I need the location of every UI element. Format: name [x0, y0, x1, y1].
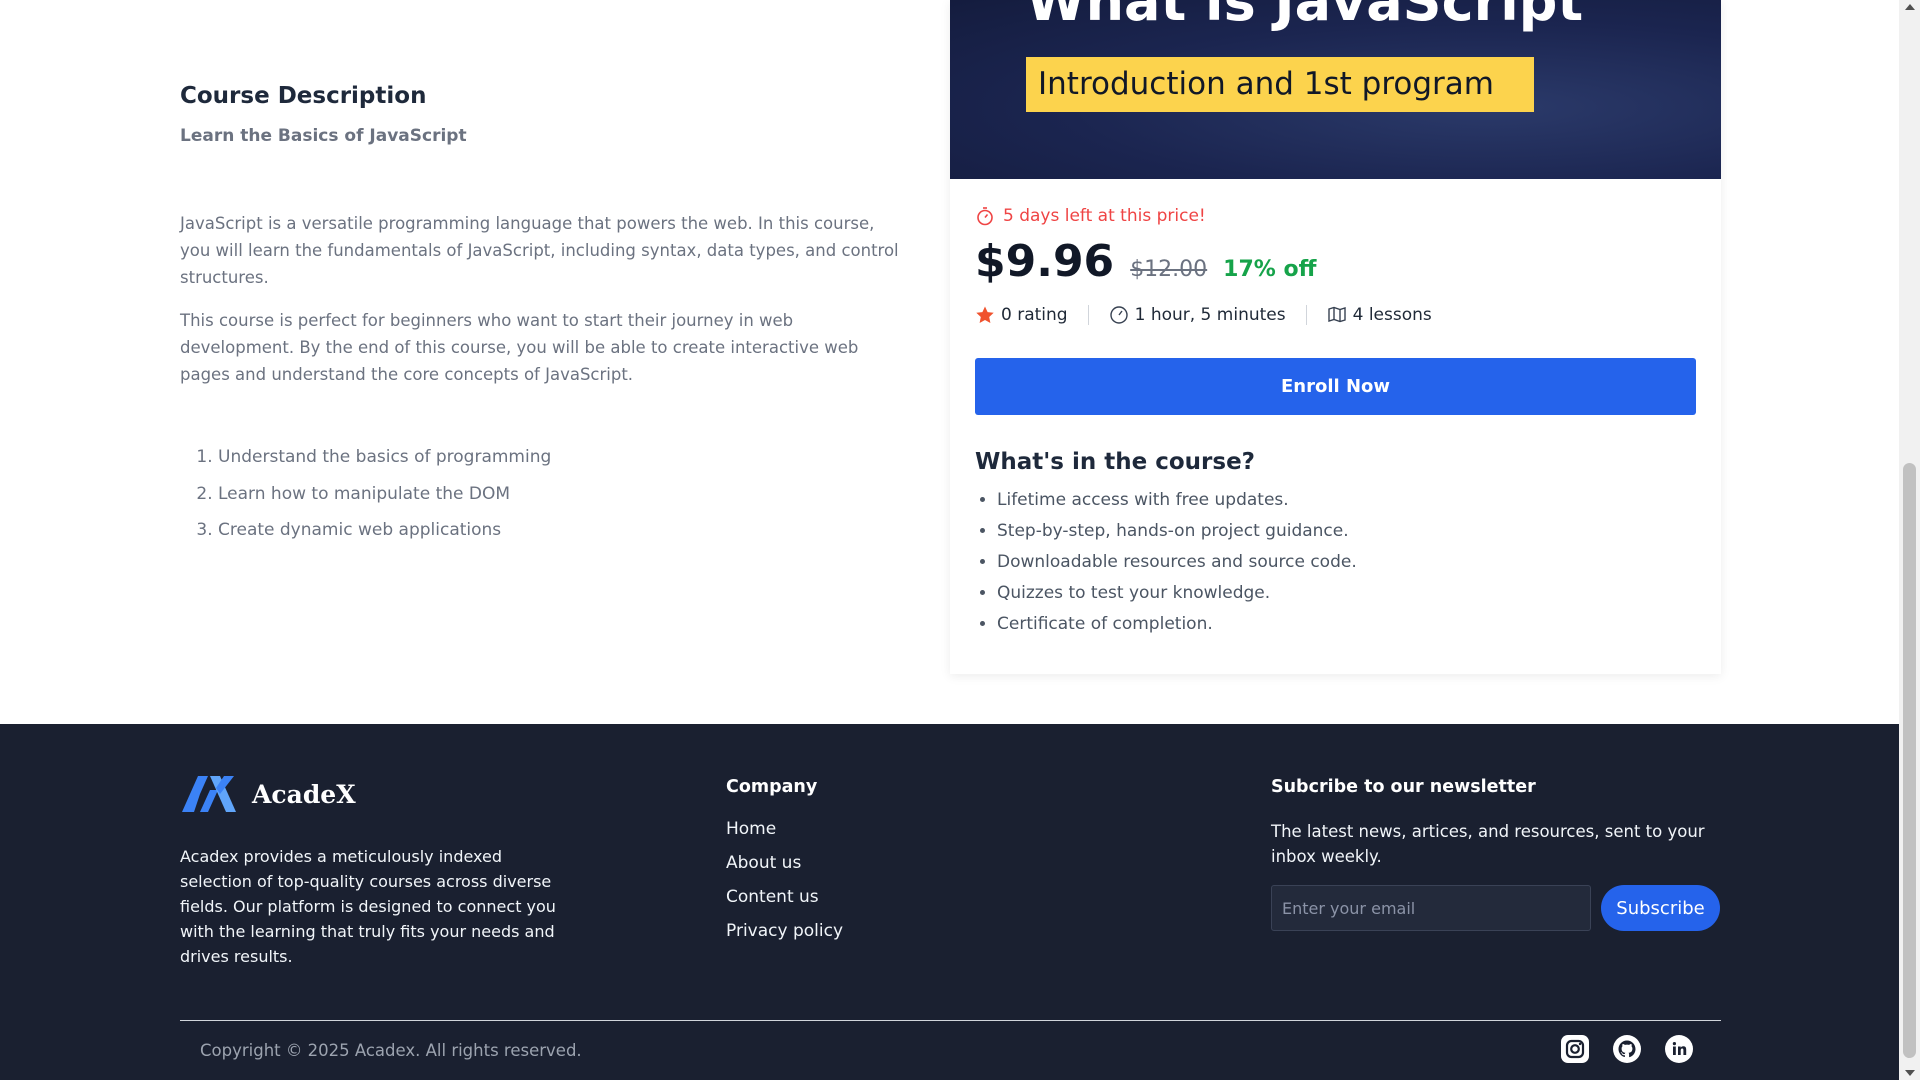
brand-name: AcadeX — [252, 779, 356, 809]
banner-title: What is JavaScript — [1026, 0, 1584, 33]
rating-text: 0 rating — [1001, 305, 1068, 325]
feature-item: Certificate of completion. — [997, 613, 1696, 635]
scroll-up-arrow-icon[interactable] — [1905, 4, 1915, 10]
footer-brand[interactable]: AcadeX — [180, 774, 356, 814]
newsletter-text: The latest news, artices, and resources,… — [1271, 822, 1705, 866]
duration-item: 1 hour, 5 minutes — [1109, 305, 1286, 325]
footer-company-column: Company Home About us Content us Privacy… — [726, 777, 843, 955]
footer-link-privacy[interactable]: Privacy policy — [726, 921, 843, 941]
meta-divider — [1087, 305, 1089, 325]
description-paragraph: This course is perfect for beginners who… — [180, 311, 859, 384]
learning-objectives-list: Understand the basics of programming Lea… — [180, 444, 900, 544]
main-content: Course Description Learn the Basics of J… — [0, 0, 1899, 724]
instagram-icon[interactable] — [1560, 1034, 1590, 1064]
discount-badge: 17% off — [1223, 257, 1317, 282]
course-features-list: Lifetime access with free updates. Step-… — [975, 489, 1696, 635]
feature-item: Lifetime access with free updates. — [997, 489, 1696, 511]
footer-divider — [180, 1020, 1721, 1021]
scrollbar-thumb[interactable] — [1903, 463, 1916, 1058]
feature-item: Downloadable resources and source code. — [997, 551, 1696, 573]
enroll-now-button[interactable]: Enroll Now — [975, 358, 1696, 415]
price-timer: 5 days left at this price! — [975, 206, 1696, 226]
meta-divider — [1305, 305, 1307, 325]
timer-text: 5 days left at this price! — [1003, 206, 1206, 226]
course-purchase-card: What is JavaScript Introduction and 1st … — [950, 0, 1721, 674]
github-icon[interactable] — [1612, 1034, 1642, 1064]
subscribe-button[interactable]: Subscribe — [1601, 885, 1720, 931]
course-description-section: Course Description Learn the Basics of J… — [180, 80, 900, 554]
footer-link-content[interactable]: Content us — [726, 887, 843, 907]
lessons-item: 4 lessons — [1327, 305, 1432, 325]
social-links — [1560, 1034, 1694, 1064]
course-description-subtitle: Learn the Basics of JavaScript — [180, 126, 467, 146]
page-scrollbar[interactable] — [1899, 0, 1920, 1080]
footer-link-home[interactable]: Home — [726, 819, 843, 839]
linkedin-icon[interactable] — [1664, 1034, 1694, 1064]
lessons-text: 4 lessons — [1352, 305, 1432, 325]
banner-tag: Introduction and 1st program — [1026, 57, 1534, 112]
newsletter-heading: Subcribe to our newsletter — [1271, 777, 1536, 797]
duration-text: 1 hour, 5 minutes — [1134, 305, 1286, 325]
company-heading: Company — [726, 777, 818, 797]
scroll-down-arrow-icon[interactable] — [1905, 1070, 1915, 1076]
rating-item: 0 rating — [975, 305, 1068, 325]
clock-icon — [1109, 306, 1128, 324]
objective-item: Create dynamic web applications — [218, 517, 900, 544]
course-meta: 0 rating 1 hour, 5 minutes 4 lessons — [975, 305, 1696, 325]
card-body: 5 days left at this price! $9.96 $12.00 … — [975, 179, 1696, 644]
company-links: Home About us Content us Privacy policy — [726, 819, 843, 941]
copyright-text: Copyright © 2025 Acadex. All rights rese… — [200, 1041, 582, 1060]
footer-about-text: Acadex provides a meticulously indexed s… — [180, 847, 556, 966]
newsletter-form: Subscribe — [1271, 885, 1721, 931]
book-icon — [1327, 306, 1346, 323]
description-paragraph: JavaScript is a versatile programming la… — [180, 214, 899, 287]
email-input[interactable] — [1271, 885, 1591, 931]
whats-in-course-heading: What's in the course? — [975, 449, 1256, 475]
objective-item: Learn how to manipulate the DOM — [218, 481, 900, 508]
footer-link-about[interactable]: About us — [726, 853, 843, 873]
site-footer: AcadeX Acadex provides a meticulously in… — [0, 724, 1899, 1080]
objective-item: Understand the basics of programming — [218, 444, 900, 471]
current-price: $9.96 — [975, 236, 1115, 287]
feature-item: Quizzes to test your knowledge. — [997, 582, 1696, 604]
old-price: $12.00 — [1130, 257, 1208, 282]
price-row: $9.96 $12.00 17% off — [975, 236, 1696, 287]
acadex-logo-icon — [182, 776, 236, 812]
course-banner: What is JavaScript Introduction and 1st … — [950, 0, 1721, 179]
star-icon — [976, 306, 994, 323]
footer-newsletter-column: Subcribe to our newsletter The latest ne… — [1271, 777, 1721, 931]
feature-item: Step-by-step, hands-on project guidance. — [997, 520, 1696, 542]
timer-icon — [977, 207, 993, 226]
course-description-heading: Course Description — [180, 83, 427, 109]
